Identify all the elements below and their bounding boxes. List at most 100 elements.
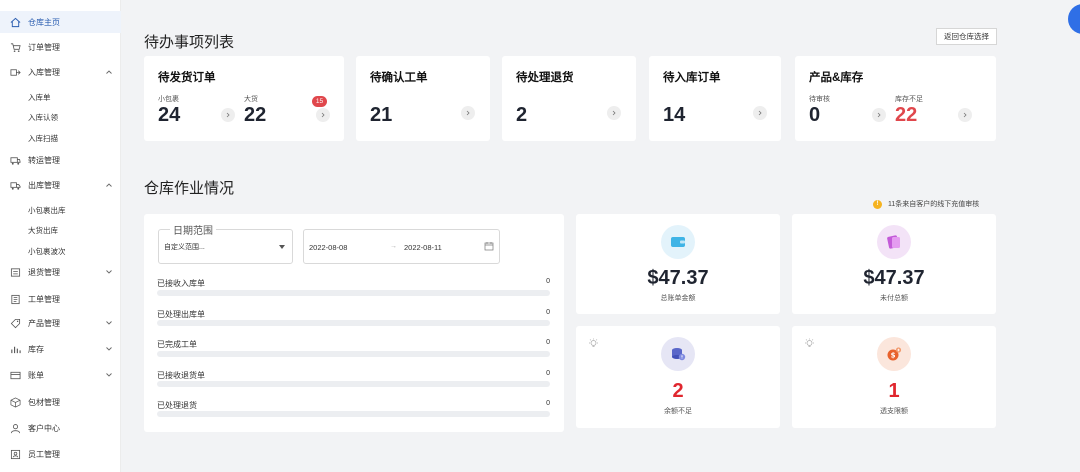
card-count: 2 bbox=[516, 104, 528, 126]
card-title: 待处理退货 bbox=[516, 72, 574, 84]
card-title: 待发货订单 bbox=[158, 72, 216, 84]
start-date[interactable]: 2022-08-08 bbox=[309, 243, 347, 252]
date-range-picker[interactable]: 2022-08-08 → 2022-08-11 bbox=[303, 229, 500, 264]
sidebar-item-bills[interactable]: 账单 bbox=[0, 364, 121, 386]
sidebar-item-stock[interactable]: 库存 bbox=[0, 338, 121, 360]
card-title: 产品&库存 bbox=[809, 72, 864, 84]
sidebar-item-label: 订单管理 bbox=[28, 42, 60, 52]
sidebar-subitem-bulk-outbound[interactable]: 大货出库 bbox=[28, 225, 58, 236]
box-icon bbox=[9, 396, 21, 408]
chevron-down-icon bbox=[105, 371, 113, 379]
todo-card-product-stock: 产品&库存 待审核 0 库存不足 22 bbox=[795, 56, 996, 141]
back-to-warehouse-button[interactable]: 返回仓库选择 bbox=[936, 28, 997, 45]
end-date[interactable]: 2022-08-11 bbox=[404, 243, 442, 252]
kpi-value: $47.37 bbox=[863, 267, 925, 289]
sidebar-item-inbound[interactable]: 入库管理 bbox=[0, 61, 121, 83]
sidebar-item-staff[interactable]: 员工管理 bbox=[0, 443, 121, 465]
card-title: 待入库订单 bbox=[663, 72, 721, 84]
chevron-right-icon[interactable] bbox=[607, 106, 621, 120]
chevron-up-icon bbox=[105, 181, 113, 189]
todo-card-pending-inbound[interactable]: 待入库订单 14 bbox=[649, 56, 781, 141]
user-icon bbox=[9, 422, 21, 434]
sidebar-item-label: 产品管理 bbox=[28, 318, 60, 328]
chevron-right-icon[interactable] bbox=[221, 108, 235, 122]
sidebar-item-products[interactable]: 产品管理 bbox=[0, 312, 121, 334]
sidebar-item-returns[interactable]: 退货管理 bbox=[0, 261, 121, 283]
sidebar-item-home[interactable]: 仓库主页 bbox=[0, 11, 121, 33]
sidebar-subitem-inbound-order[interactable]: 入库单 bbox=[28, 92, 51, 103]
chevron-right-icon[interactable] bbox=[461, 106, 475, 120]
floating-action-button[interactable] bbox=[1068, 4, 1080, 34]
cart-icon bbox=[9, 41, 21, 53]
kpi-value: 1 bbox=[888, 380, 900, 402]
sidebar-item-packaging[interactable]: 包材管理 bbox=[0, 391, 121, 413]
pending-review-label: 待审核 bbox=[809, 96, 830, 103]
date-range-legend: 日期范围 bbox=[170, 222, 216, 237]
kpi-overdraft-limit[interactable]: $ 1 透支限额 bbox=[792, 326, 996, 428]
stat-value: 0 bbox=[546, 400, 550, 407]
bulk-cargo-count[interactable]: 22 bbox=[244, 104, 266, 127]
chevron-right-icon[interactable] bbox=[753, 106, 767, 120]
stat-value: 0 bbox=[546, 370, 550, 377]
chevron-down-icon bbox=[105, 319, 113, 327]
kpi-label: 透支限额 bbox=[880, 408, 908, 415]
low-stock-count[interactable]: 22 bbox=[895, 104, 917, 127]
sidebar-subitem-inbound-claim[interactable]: 入库认领 bbox=[28, 112, 58, 123]
operations-stats-panel: 自定义范围... 2022-08-08 → 2022-08-11 已接收入库单 … bbox=[144, 214, 564, 432]
todo-card-pending-returns[interactable]: 待处理退货 2 bbox=[502, 56, 636, 141]
stat-progress-bar bbox=[157, 320, 550, 326]
stat-progress-bar bbox=[157, 411, 550, 417]
kpi-unpaid-total[interactable]: $47.37 未付总额 bbox=[792, 214, 996, 314]
stat-progress-bar bbox=[157, 290, 550, 296]
sidebar-subitem-inbound-scan[interactable]: 入库扫描 bbox=[28, 133, 58, 144]
sidebar-subitem-small-wave[interactable]: 小包裹波次 bbox=[28, 246, 66, 257]
card-title: 待确认工单 bbox=[370, 72, 428, 84]
chevron-right-icon[interactable] bbox=[872, 108, 886, 122]
stat-label: 已接收入库单 bbox=[157, 279, 205, 288]
warning-icon: ! bbox=[873, 199, 882, 209]
sidebar-subitem-small-outbound[interactable]: 小包裹出库 bbox=[28, 205, 66, 216]
sidebar-item-transfer[interactable]: 转运管理 bbox=[0, 149, 121, 171]
sidebar-item-label: 包材管理 bbox=[28, 397, 60, 407]
chevron-right-icon[interactable] bbox=[958, 108, 972, 122]
stat-value: 0 bbox=[546, 339, 550, 346]
kpi-value: 2 bbox=[672, 380, 684, 402]
pending-review-count[interactable]: 0 bbox=[809, 104, 820, 127]
stat-label: 已接收退货单 bbox=[157, 371, 205, 380]
kpi-label: 总账单金额 bbox=[660, 295, 696, 302]
sidebar-item-label: 退货管理 bbox=[28, 267, 60, 277]
offline-recharge-notice[interactable]: ! 11条来自客户的线下充值审核 bbox=[873, 199, 979, 209]
home-icon bbox=[9, 16, 21, 28]
kpi-low-balance[interactable]: 2 余额不足 bbox=[576, 326, 780, 428]
chevron-down-icon bbox=[105, 345, 113, 353]
tag-icon bbox=[9, 317, 21, 329]
wallet-icon bbox=[661, 225, 695, 259]
stat-label: 已处理出库单 bbox=[157, 310, 205, 319]
todo-card-pending-workorder[interactable]: 待确认工单 21 bbox=[356, 56, 490, 141]
sidebar-item-workorder[interactable]: 工单管理 bbox=[0, 288, 121, 310]
todo-section-title: 待办事项列表 bbox=[144, 34, 235, 51]
bill-icon bbox=[9, 369, 21, 381]
sidebar-item-label: 转运管理 bbox=[28, 155, 60, 165]
notice-text: 11条来自客户的线下充值审核 bbox=[888, 201, 980, 208]
return-icon bbox=[9, 266, 21, 278]
sidebar-item-label: 工单管理 bbox=[28, 294, 60, 304]
date-separator: → bbox=[390, 243, 397, 250]
sidebar-item-customers[interactable]: 客户中心 bbox=[0, 417, 121, 439]
lightbulb-icon bbox=[589, 338, 598, 347]
ops-section-title: 仓库作业情况 bbox=[144, 180, 235, 197]
chevron-down-icon bbox=[105, 268, 113, 276]
sidebar-item-label: 客户中心 bbox=[28, 423, 60, 433]
bulk-cargo-label: 大货 bbox=[244, 96, 258, 103]
date-range-selected: 自定义范围... bbox=[164, 244, 205, 251]
stat-progress-bar bbox=[157, 381, 550, 387]
sidebar-item-label: 出库管理 bbox=[28, 180, 60, 190]
sidebar-item-outbound[interactable]: 出库管理 bbox=[0, 174, 121, 196]
kpi-total-bill[interactable]: $47.37 总账单金额 bbox=[576, 214, 780, 314]
staff-icon bbox=[9, 448, 21, 460]
todo-card-pending-shipment: 待发货订单 小包裹 24 大货 22 15 bbox=[144, 56, 344, 141]
money-bag-icon: $ bbox=[877, 337, 911, 371]
chevron-right-icon[interactable] bbox=[316, 108, 330, 122]
sidebar-item-orders[interactable]: 订单管理 bbox=[0, 36, 121, 58]
small-parcel-count[interactable]: 24 bbox=[158, 104, 180, 127]
